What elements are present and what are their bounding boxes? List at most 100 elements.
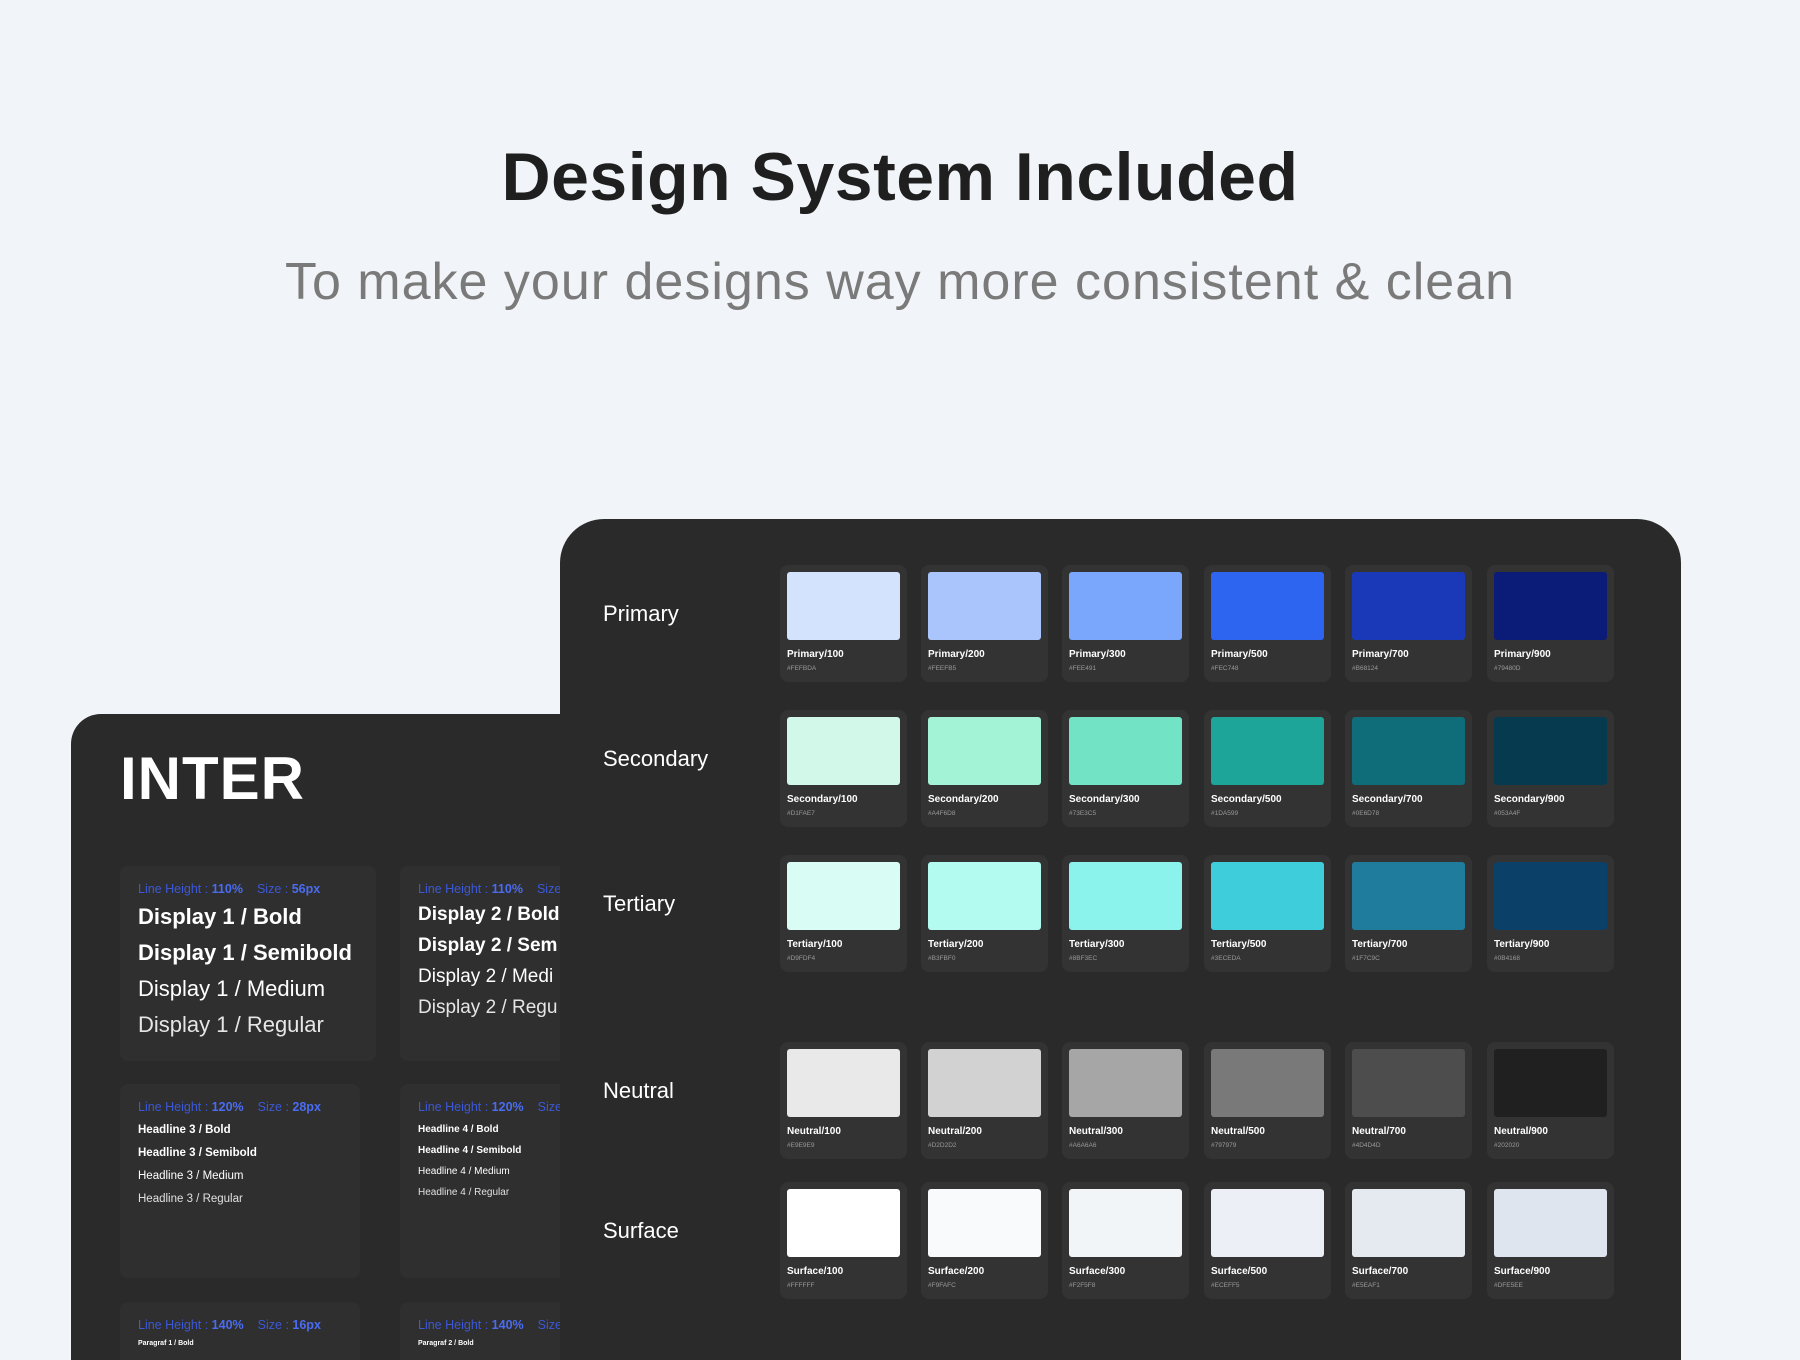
line-height-label: Line Height : [138,882,212,896]
swatch-name: Neutral/300 [1069,1126,1123,1137]
type-sample: Display 1 / Medium [138,976,326,1001]
color-swatch-secondary[interactable]: Secondary/100 #D1FAE7 [780,710,907,827]
swatch-name: Primary/200 [928,649,985,660]
color-chip [1494,1049,1607,1117]
swatch-name: Surface/100 [787,1266,844,1277]
palette-row-label-secondary: Secondary [603,746,709,771]
color-swatch-tertiary[interactable]: Tertiary/700 #1F7C9C [1345,855,1472,972]
font-name: INTER [120,745,305,812]
palette-row-label-tertiary: Tertiary [603,891,676,916]
color-swatch-surface[interactable]: Surface/900 #DFE5EE [1487,1182,1614,1299]
color-swatch-neutral[interactable]: Neutral/300 #A6A6A6 [1062,1042,1189,1159]
type-meta: Line Height : 120% Size : 28px [138,1100,342,1114]
swatch-name: Tertiary/300 [1069,939,1125,950]
color-chip [1494,862,1607,930]
color-chip [928,572,1041,640]
swatch-name: Secondary/100 [787,794,858,805]
color-chip [1494,717,1607,785]
swatch-hex: #0E6D78 [1352,810,1380,817]
size-label: Size : [257,1100,293,1114]
swatch-hex: #FEFBDA [787,665,817,672]
color-swatch-tertiary[interactable]: Tertiary/500 #3ECEDA [1204,855,1331,972]
swatch-hex: #E5EAF1 [1352,1282,1380,1289]
swatch-hex: #B3FBF0 [928,955,956,962]
color-chip [787,862,900,930]
swatch-name: Neutral/900 [1494,1126,1548,1137]
color-swatch-secondary[interactable]: Secondary/300 #73E3C5 [1062,710,1189,827]
color-swatch-primary[interactable]: Primary/500 #FEC748 [1204,565,1331,682]
type-group-headline-3: Line Height : 120% Size : 28px Headline 3… [120,1084,360,1278]
swatch-hex: #0B4168 [1494,955,1521,962]
line-height-value: 140% [211,1318,244,1332]
color-swatch-surface[interactable]: Surface/100 #FFFFFF [780,1182,907,1299]
line-height-label: Line Height : [138,1318,212,1332]
color-chip [1069,1049,1182,1117]
swatch-name: Neutral/100 [787,1126,841,1137]
color-swatch-primary[interactable]: Primary/100 #FEFBDA [780,565,907,682]
swatch-hex: #797979 [1211,1142,1237,1149]
swatch-hex: #A6A6A6 [1069,1142,1097,1149]
color-chip [928,862,1041,930]
color-chip [1211,862,1324,930]
palette-row-label-surface: Surface [603,1218,679,1243]
color-chip [1352,572,1465,640]
swatch-hex: #F9FAFC [928,1282,956,1289]
color-swatch-primary[interactable]: Primary/300 #FEE491 [1062,565,1189,682]
swatch-hex: #79480D [1494,665,1521,672]
color-swatch-surface[interactable]: Surface/300 #F2F5F8 [1062,1182,1189,1299]
swatch-hex: #053A4F [1494,810,1521,817]
swatch-hex: #E9E9E9 [787,1142,815,1149]
swatch-name: Neutral/500 [1211,1126,1265,1137]
swatch-hex: #73E3C5 [1069,810,1097,817]
color-swatch-neutral[interactable]: Neutral/900 #202020 [1487,1042,1614,1159]
color-palette-card: Primary Primary/100 #FEFBDA Primary/200 #FEE… [560,519,1681,1360]
type-sample: Headline 3 / Regular [138,1193,243,1205]
swatch-hex: #DFE5EE [1494,1282,1523,1289]
swatch-name: Surface/700 [1352,1266,1409,1277]
swatch-hex: #FEE491 [1069,665,1097,672]
color-swatch-neutral[interactable]: Neutral/200 #D2D2D2 [921,1042,1048,1159]
swatch-name: Primary/100 [787,649,844,660]
color-swatch-surface[interactable]: Surface/200 #F9FAFC [921,1182,1048,1299]
size-label: Size : [257,1318,293,1332]
color-swatch-tertiary[interactable]: Tertiary/900 #0B4168 [1487,855,1614,972]
color-swatch-tertiary[interactable]: Tertiary/200 #B3FBF0 [921,855,1048,972]
color-swatch-neutral[interactable]: Neutral/100 #E9E9E9 [780,1042,907,1159]
page-subtitle: To make your designs way more consistent… [284,253,1516,311]
color-swatch-surface[interactable]: Surface/500 #ECEFF5 [1204,1182,1331,1299]
color-swatch-secondary[interactable]: Secondary/500 #1DA599 [1204,710,1331,827]
swatch-hex: #F2F5F8 [1069,1282,1096,1289]
color-swatch-primary[interactable]: Primary/900 #79480D [1487,565,1614,682]
swatch-name: Secondary/200 [928,794,999,805]
color-swatch-surface[interactable]: Surface/700 #E5EAF1 [1345,1182,1472,1299]
swatch-name: Tertiary/900 [1494,939,1550,950]
color-swatch-secondary[interactable]: Secondary/700 #0E6D78 [1345,710,1472,827]
color-chip [928,1189,1041,1257]
swatch-hex: #3ECEDA [1211,955,1241,962]
swatch-hex: #ECEFF5 [1211,1282,1240,1289]
line-height-value: 120% [491,1100,524,1114]
type-sample: Paragraf 1 / Bold [138,1340,194,1347]
color-chip [1494,1189,1607,1257]
color-swatch-secondary[interactable]: Secondary/900 #053A4F [1487,710,1614,827]
color-swatch-neutral[interactable]: Neutral/500 #797979 [1204,1042,1331,1159]
color-chip [787,1189,900,1257]
color-swatch-primary[interactable]: Primary/700 #B68124 [1345,565,1472,682]
color-swatch-tertiary[interactable]: Tertiary/100 #D9FDF4 [780,855,907,972]
swatch-name: Tertiary/700 [1352,939,1408,950]
swatch-name: Secondary/900 [1494,794,1565,805]
color-swatch-neutral[interactable]: Neutral/700 #4D4D4D [1345,1042,1472,1159]
palette-row-label-neutral: Neutral [603,1078,674,1103]
swatch-name: Tertiary/200 [928,939,984,950]
type-group-display-1: Line Height : 110% Size : 56px Display 1 … [120,866,376,1061]
color-chip [1352,862,1465,930]
type-meta: Line Height : 110% Size : 56px [138,882,358,896]
color-swatch-primary[interactable]: Primary/200 #FEEFB5 [921,565,1048,682]
swatch-name: Secondary/500 [1211,794,1282,805]
color-swatch-tertiary[interactable]: Tertiary/300 #8BF3EC [1062,855,1189,972]
color-swatch-secondary[interactable]: Secondary/200 #A4F6D8 [921,710,1048,827]
swatch-name: Surface/200 [928,1266,985,1277]
swatch-name: Neutral/700 [1352,1126,1406,1137]
swatch-name: Surface/500 [1211,1266,1268,1277]
palette-row-label-primary: Primary [603,601,679,626]
